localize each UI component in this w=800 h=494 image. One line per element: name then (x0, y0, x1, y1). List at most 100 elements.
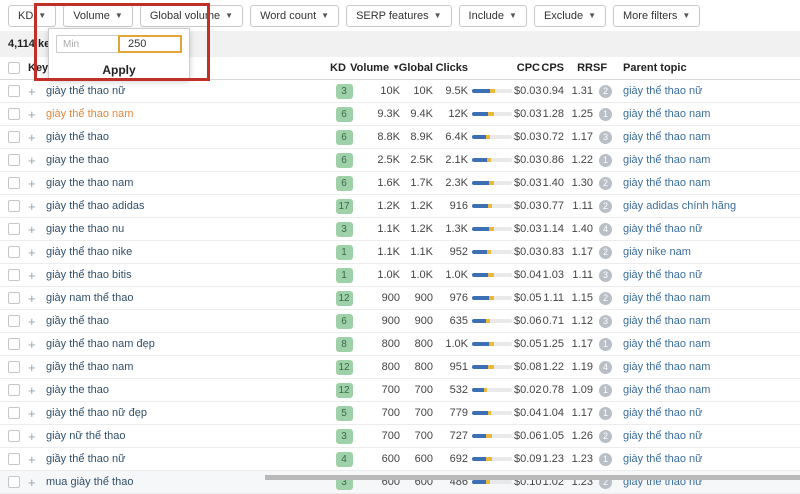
row-checkbox[interactable] (8, 269, 20, 281)
parent-topic-link[interactable]: giày thể thao nam (623, 154, 710, 166)
min-input[interactable] (56, 35, 118, 53)
parent-topic-link[interactable]: giày thể thao nam (623, 177, 710, 189)
parent-topic-link[interactable]: giày thể thao nam (623, 338, 710, 350)
row-checkbox[interactable] (8, 476, 20, 488)
header-sf[interactable]: SF (593, 62, 618, 74)
row-checkbox[interactable] (8, 177, 20, 189)
keyword-link[interactable]: giay the thao nam (46, 177, 133, 189)
keyword-link[interactable]: giày the thao (46, 384, 109, 396)
keyword-link[interactable]: giày thể thao (46, 131, 109, 143)
keyword-link[interactable]: giầy thể thao (46, 315, 109, 327)
keyword-link[interactable]: giay the thao nu (46, 223, 124, 235)
parent-topic-link[interactable]: giày thể thao nữ (623, 407, 703, 419)
header-clicks[interactable]: Clicks (433, 62, 468, 74)
expand-plus-icon[interactable]: + (28, 291, 46, 306)
row-checkbox[interactable] (8, 361, 20, 373)
volume-value: 800 (358, 338, 400, 350)
parent-topic-link[interactable]: giày thể thao nam (623, 315, 710, 327)
keyword-link[interactable]: giay the thao (46, 154, 109, 166)
parent-topic-link[interactable]: giày adidas chính hãng (623, 200, 736, 212)
expand-plus-icon[interactable]: + (28, 337, 46, 352)
header-global[interactable]: Global (400, 62, 433, 74)
volume-value: 700 (358, 430, 400, 442)
keyword-link[interactable]: giầy thể thao nam (46, 361, 133, 373)
select-all-checkbox[interactable] (8, 62, 20, 74)
expand-plus-icon[interactable]: + (28, 383, 46, 398)
clicks-value: 1.3K (433, 223, 468, 235)
row-checkbox[interactable] (8, 200, 20, 212)
row-checkbox[interactable] (8, 453, 20, 465)
keyword-link[interactable]: giày thể thao bitis (46, 269, 132, 281)
parent-topic-link[interactable]: giày thể thao nam (623, 292, 710, 304)
expand-plus-icon[interactable]: + (28, 314, 46, 329)
apply-button[interactable]: Apply (49, 60, 189, 80)
expand-plus-icon[interactable]: + (28, 199, 46, 214)
keyword-link[interactable]: giày thể thao nam đẹp (46, 338, 155, 350)
filter-button-include[interactable]: Include▼ (459, 5, 527, 27)
row-checkbox[interactable] (8, 85, 20, 97)
row-checkbox[interactable] (8, 223, 20, 235)
expand-plus-icon[interactable]: + (28, 245, 46, 260)
expand-plus-icon[interactable]: + (28, 406, 46, 421)
parent-topic-link[interactable]: giày nike nam (623, 246, 691, 258)
parent-topic-link[interactable]: giày thể thao nữ (623, 85, 703, 97)
expand-plus-icon[interactable]: + (28, 176, 46, 191)
filter-button-exclude[interactable]: Exclude▼ (534, 5, 606, 27)
keyword-link[interactable]: giày thể thao nam (46, 108, 133, 120)
header-cps[interactable]: CPS (540, 62, 564, 74)
row-checkbox[interactable] (8, 338, 20, 350)
keyword-link[interactable]: mua giày thể thao (46, 476, 133, 488)
expand-plus-icon[interactable]: + (28, 429, 46, 444)
keyword-link[interactable]: giày nữ thể thao (46, 430, 126, 442)
parent-topic-link[interactable]: giày thể thao nam (623, 131, 710, 143)
expand-plus-icon[interactable]: + (28, 107, 46, 122)
bar-organic-segment (472, 181, 489, 185)
global-volume-value: 900 (400, 315, 433, 327)
keyword-link[interactable]: giày thể thao nữ đẹp (46, 407, 147, 419)
parent-topic-link[interactable]: giày thể thao nam (623, 108, 710, 120)
keyword-link[interactable]: giày nam thể thao (46, 292, 133, 304)
expand-plus-icon[interactable]: + (28, 360, 46, 375)
keyword-link[interactable]: giày thể thao nike (46, 246, 132, 258)
parent-topic-link[interactable]: giày thể thao nam (623, 384, 710, 396)
filter-button-more-filters[interactable]: More filters▼ (613, 5, 700, 27)
filter-button-serp-features[interactable]: SERP features▼ (346, 5, 451, 27)
filter-button-global-volume[interactable]: Global volume▼ (140, 5, 243, 27)
parent-topic-link[interactable]: giày thể thao nữ (623, 430, 703, 442)
row-checkbox[interactable] (8, 407, 20, 419)
row-checkbox[interactable] (8, 131, 20, 143)
keyword-link[interactable]: giầy thể thao nữ (46, 453, 126, 465)
expand-plus-icon[interactable]: + (28, 452, 46, 467)
expand-plus-icon[interactable]: + (28, 153, 46, 168)
filter-button-word-count[interactable]: Word count▼ (250, 5, 339, 27)
expand-plus-icon[interactable]: + (28, 268, 46, 283)
cps-value: 1.03 (540, 269, 564, 281)
parent-topic-link[interactable]: giày thể thao nam (623, 361, 710, 373)
expand-plus-icon[interactable]: + (28, 130, 46, 145)
parent-topic-link[interactable]: giày thể thao nữ (623, 453, 703, 465)
row-checkbox[interactable] (8, 384, 20, 396)
filter-button-kd[interactable]: KD▼ (8, 5, 56, 27)
expand-plus-icon[interactable]: + (28, 84, 46, 99)
cpc-value: $0.05 (514, 292, 540, 304)
row-checkbox[interactable] (8, 292, 20, 304)
row-checkbox[interactable] (8, 315, 20, 327)
expand-plus-icon[interactable]: + (28, 475, 46, 490)
serp-features-badge: 1 (599, 154, 612, 167)
keyword-link[interactable]: giày thể thao adidas (46, 200, 144, 212)
header-rr[interactable]: RR (564, 62, 593, 74)
filter-button-volume[interactable]: Volume▼ (63, 5, 133, 27)
header-volume[interactable]: Volume▼ (358, 62, 400, 74)
expand-plus-icon[interactable]: + (28, 222, 46, 237)
row-checkbox[interactable] (8, 154, 20, 166)
horizontal-scrollbar-thumb[interactable] (265, 475, 800, 480)
min-value-input[interactable] (118, 35, 182, 53)
parent-topic-link[interactable]: giày thể thao nữ (623, 269, 703, 281)
header-parent-topic[interactable]: Parent topic (618, 62, 792, 74)
row-checkbox[interactable] (8, 430, 20, 442)
header-cpc[interactable]: CPC (514, 62, 540, 74)
row-checkbox[interactable] (8, 246, 20, 258)
keyword-link[interactable]: giày thể thao nữ (46, 85, 126, 97)
parent-topic-link[interactable]: giày thể thao nữ (623, 223, 703, 235)
row-checkbox[interactable] (8, 108, 20, 120)
